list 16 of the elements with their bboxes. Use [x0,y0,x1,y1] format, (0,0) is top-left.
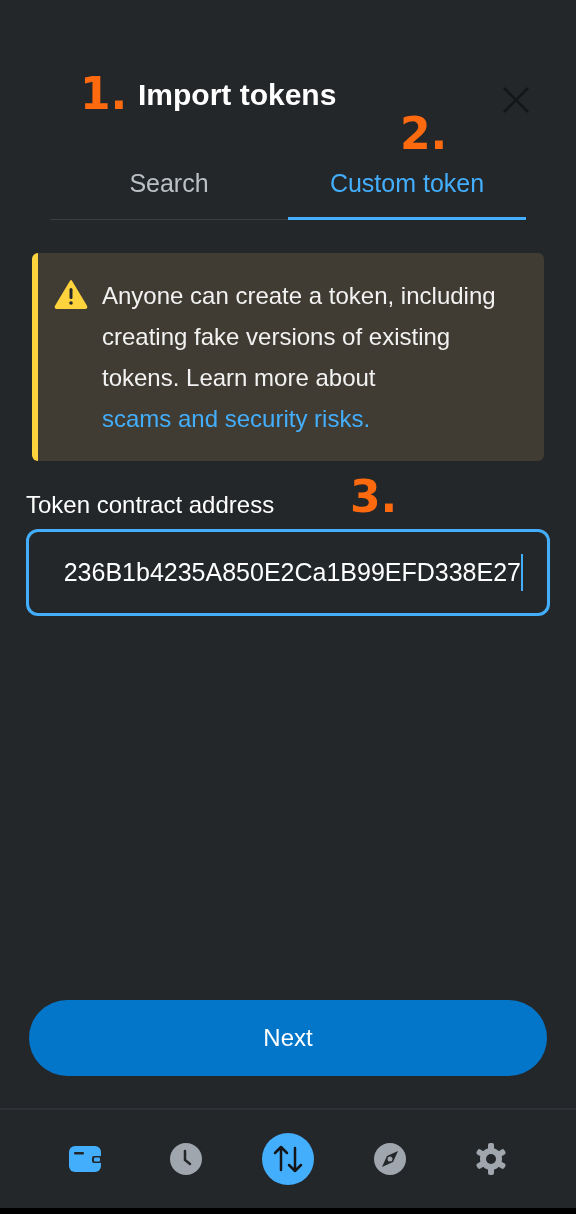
page-title: Import tokens [138,80,337,110]
annotation-number: 3. [350,475,398,519]
compass-icon[interactable] [372,1142,407,1176]
warning-icon [54,279,88,309]
annotation-number: 1. [80,72,128,116]
tab[interactable]: Custom token [288,150,526,220]
tab[interactable]: Search [50,150,288,220]
warning-text: Anyone can create a token, including creating fake versions of existing tokens. Learn more about scams and security risks. [102,281,497,434]
field-label: Token contract address [26,490,275,520]
swap-icon[interactable] [262,1133,314,1185]
wallet-icon[interactable] [67,1145,102,1173]
clock-icon[interactable] [169,1142,204,1176]
settings-icon[interactable] [474,1142,509,1176]
next-button[interactable]: Next [29,1000,547,1076]
address-field[interactable]: 236B1b4235A850E2Ca1B99EFD338E27 [26,529,550,616]
learn-more-link[interactable]: scams and security risks. [102,405,371,432]
